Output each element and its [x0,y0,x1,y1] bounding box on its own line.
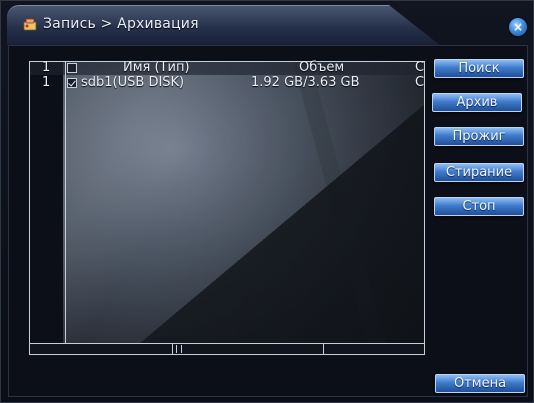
header-index: 1 [42,60,51,75]
header-extra[interactable]: С [415,61,424,75]
header-name-type[interactable]: Имя (Тип) [123,61,190,75]
close-icon: × [512,20,524,34]
title-row: Запись > Архивация [23,14,199,34]
row-index: 1 [42,75,51,90]
device-table [29,61,425,355]
record-archive-icon [23,17,37,31]
horizontal-scrollbar[interactable] [29,343,425,355]
row-extra: С [415,75,425,90]
window-title: Запись > Архивация [43,16,199,32]
burn-button[interactable]: Прожиг [434,127,524,146]
row-name-type: sdb1(USB DISK) [81,75,185,90]
close-button[interactable]: × [509,18,527,36]
select-all-checkbox[interactable] [67,63,77,73]
header-volume[interactable]: Объем [299,61,344,75]
scrollbar-thumb[interactable] [172,344,324,354]
row-checkbox[interactable] [67,78,77,88]
cancel-button[interactable]: Отмена [435,374,525,393]
column-divider [65,62,66,354]
archive-button[interactable]: Архив [432,93,522,112]
stop-button[interactable]: Стоп [434,197,524,216]
archive-window: Запись > Архивация × 1 Имя (Тип) Объем С… [0,0,534,403]
scrollbar-grip-icon [176,345,182,353]
erase-button[interactable]: Стирание [434,163,524,182]
row-volume: 1.92 GB/3.63 GB [251,75,360,90]
search-button[interactable]: Поиск [434,59,524,78]
